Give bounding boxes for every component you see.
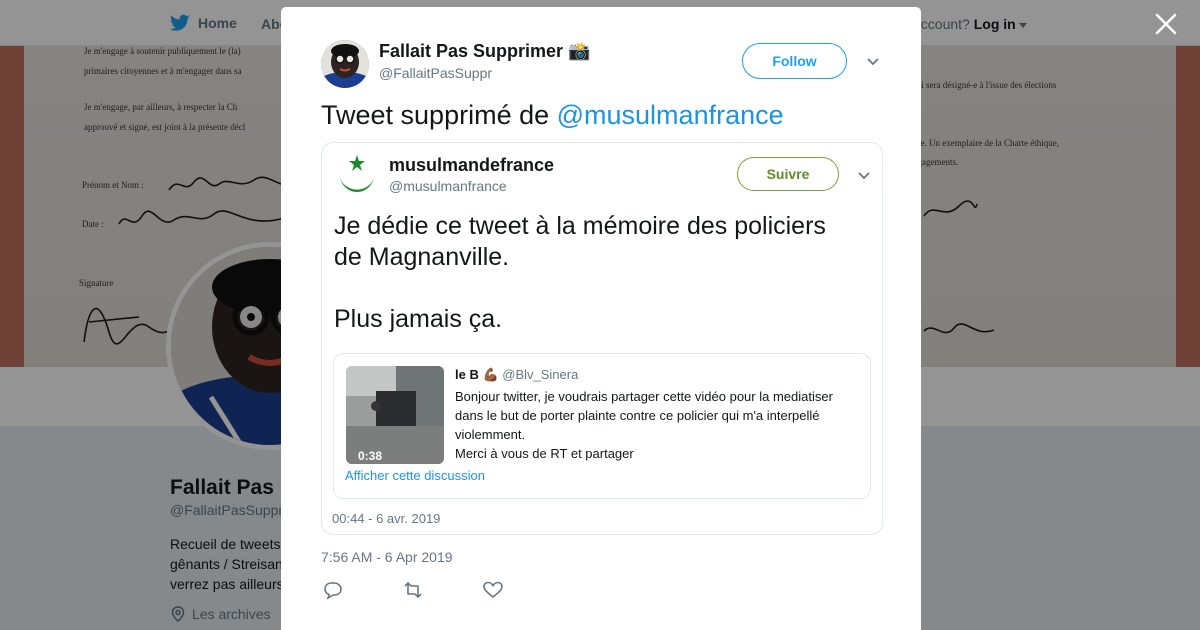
quoted-line: violemment. [455,427,526,442]
thread-link: Afficher cette discussion [345,468,485,483]
embedded-follow-button: Suivre [737,157,839,191]
quoted-body: Bonjour twitter, je voudrais partager ce… [455,387,833,463]
reply-icon[interactable] [321,580,401,600]
follow-button[interactable]: Follow [742,43,847,79]
tweet-text-prefix: Tweet supprimé de [321,100,557,130]
quoted-line: Merci à vous de RT et partager [455,446,634,461]
embedded-tweet-image[interactable]: musulmandefrance @musulmanfrance Suivre … [321,142,883,535]
chevron-down-icon[interactable] [866,57,880,67]
embedded-text-line [334,273,826,304]
quoted-author-name: le B 💪🏾 [455,367,499,382]
embedded-author-name: musulmandefrance [389,155,555,175]
embedded-text-line: Je dédie ce tweet à la mémoire des polic… [334,212,826,240]
quoted-line: dans le but de porter plainte contre ce … [455,408,820,423]
crescent-star-logo-icon [340,155,374,192]
quoted-tweet: 0:38 le B 💪🏾 @Blv_Sinera Bonjour twitter… [333,353,871,499]
embedded-text-line: de Magnanville. [334,243,510,271]
embedded-date: 00:44 - 6 avr. 2019 [332,511,441,526]
author-avatar[interactable] [321,40,369,88]
chevron-down-icon [858,172,870,180]
embedded-author-handle: @musulmanfrance [389,178,507,194]
video-thumbnail: 0:38 [346,366,444,464]
author-avatar-photo [321,40,369,88]
retweet-icon[interactable] [401,580,481,600]
video-duration: 0:38 [358,449,383,463]
author-handle[interactable]: @FallaitPasSuppr [379,65,492,81]
tweet-mention-link[interactable]: @musulmanfrance [557,100,784,130]
author-name[interactable]: Fallait Pas Supprimer 📸 [379,41,590,62]
embedded-text-line: Plus jamais ça. [334,305,503,333]
close-icon[interactable] [1154,12,1178,36]
tweet-text: Tweet supprimé de @musulmanfrance [321,100,784,131]
quoted-author-handle: @Blv_Sinera [502,367,579,382]
tweet-actions [321,580,561,600]
embedded-tweet-text: Je dédie ce tweet à la mémoire des polic… [334,211,826,335]
quoted-line: Bonjour twitter, je voudrais partager ce… [455,389,833,404]
tweet-timestamp[interactable]: 7:56 AM - 6 Apr 2019 [321,549,453,565]
quoted-header: le B 💪🏾 @Blv_Sinera [455,367,578,383]
tweet-modal: Fallait Pas Supprimer 📸 @FallaitPasSuppr… [281,7,921,630]
like-icon[interactable] [481,580,561,600]
